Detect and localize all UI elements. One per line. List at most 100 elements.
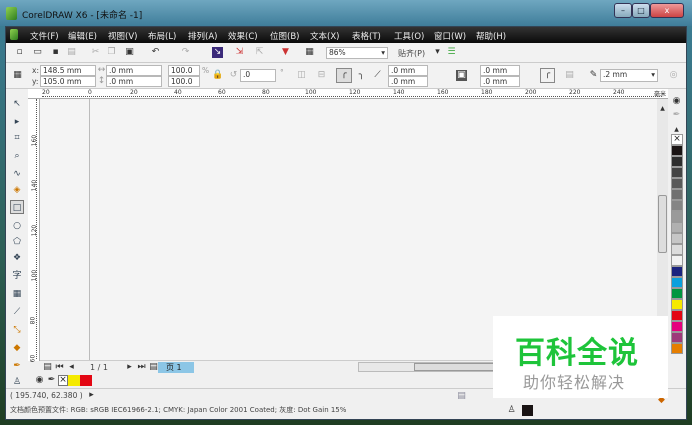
prev-page-icon[interactable]: ◂ <box>66 362 77 373</box>
color-swatch[interactable] <box>671 277 683 288</box>
color-swatch[interactable] <box>671 145 683 156</box>
table-tool-icon[interactable]: ▦ <box>10 287 24 301</box>
scalloped-corner-icon[interactable]: ╮ <box>356 70 367 81</box>
minimize-button[interactable]: – <box>614 3 632 18</box>
doc-palette-eyedropper-icon[interactable]: ✒ <box>46 375 57 386</box>
blend-tool-icon[interactable]: ◆ <box>10 341 24 355</box>
relative-corner-scaling-icon[interactable]: ╭ <box>540 68 555 83</box>
shape-tool-icon[interactable]: ▸ <box>10 115 24 129</box>
width-input[interactable]: .0 mm <box>106 65 162 76</box>
next-page-icon[interactable]: ▸ <box>124 362 135 373</box>
pick-tool-icon[interactable]: ↖ <box>10 97 24 111</box>
color-swatch[interactable] <box>671 321 683 332</box>
corner-radius-bottom-right[interactable]: .0 mm <box>480 76 520 87</box>
color-swatch[interactable] <box>671 222 683 233</box>
reference-point-icon[interactable]: ▦ <box>12 70 23 81</box>
corner-radius-top-left[interactable]: .0 mm <box>388 65 428 76</box>
lock-ratio-icon[interactable]: 🔒 <box>212 70 223 81</box>
doc-no-color-swatch[interactable]: ⨯ <box>58 375 68 386</box>
menu-edit[interactable]: 编辑(E) <box>68 30 97 42</box>
color-swatch[interactable] <box>671 299 683 310</box>
menu-view[interactable]: 视图(V) <box>108 30 137 42</box>
cut-icon[interactable]: ✂ <box>90 47 101 58</box>
coords-expand-icon[interactable]: ▸ <box>86 390 97 401</box>
color-swatch[interactable] <box>671 211 683 222</box>
vertical-ruler[interactable]: 160 140 120 100 80 60 <box>28 99 40 362</box>
color-profile-info[interactable]: 文档颜色预置文件: RGB: sRGB IEC61966-2.1; CMYK: … <box>10 405 346 415</box>
export-icon[interactable]: ⇱ <box>254 47 265 58</box>
horizontal-ruler[interactable]: 20 0 20 40 60 80 100 120 140 160 180 200… <box>28 89 668 99</box>
rotation-input[interactable]: .0 <box>240 69 276 82</box>
outline-tool-icon[interactable]: ♙ <box>10 375 24 389</box>
palette-menu-icon[interactable]: ◉ <box>671 96 682 107</box>
color-swatch[interactable] <box>671 332 683 343</box>
menu-tools[interactable]: 工具(O) <box>394 30 424 42</box>
paste-icon[interactable]: ▣ <box>124 47 135 58</box>
doc-swatch-yellow[interactable] <box>68 375 80 386</box>
lock-corners-icon[interactable]: ▣ <box>456 70 467 81</box>
copy-icon[interactable]: ❐ <box>106 47 117 58</box>
corner-radius-bottom-left[interactable]: .0 mm <box>388 76 428 87</box>
scrollbar-thumb[interactable] <box>658 195 667 253</box>
new-icon[interactable]: ▫ <box>14 47 25 58</box>
smart-fill-tool-icon[interactable]: ◈ <box>10 183 24 197</box>
rectangle-tool-icon[interactable]: □ <box>10 200 24 214</box>
zoom-level-select[interactable]: 86% ▾ <box>326 47 388 59</box>
zoom-tool-icon[interactable]: ⌕ <box>10 149 24 163</box>
color-swatch[interactable] <box>671 189 683 200</box>
menu-table[interactable]: 表格(T) <box>352 30 381 42</box>
mirror-horizontal-icon[interactable]: ◫ <box>296 70 307 81</box>
scale-x-input[interactable]: 100.0 <box>168 65 200 76</box>
color-swatch[interactable] <box>671 200 683 211</box>
outline-color-swatch[interactable] <box>522 405 533 416</box>
redo-icon[interactable]: ↷ <box>180 47 191 58</box>
h-scrollbar-thumb[interactable] <box>414 363 494 371</box>
crop-tool-icon[interactable]: ⌗ <box>10 131 24 145</box>
color-swatch[interactable] <box>671 288 683 299</box>
color-swatch[interactable] <box>671 255 683 266</box>
first-page-icon[interactable]: ⏮ <box>54 362 65 373</box>
import-icon[interactable]: ⇲ <box>234 47 245 58</box>
open-icon[interactable]: ▭ <box>32 47 43 58</box>
wrap-text-icon[interactable]: ▤ <box>564 70 575 81</box>
menu-file[interactable]: 文件(F) <box>30 30 59 42</box>
palette-eyedropper-icon[interactable]: ✒ <box>671 110 682 121</box>
round-corner-icon[interactable]: ╭ <box>336 68 352 83</box>
height-input[interactable]: .0 mm <box>106 76 162 87</box>
color-swatch[interactable] <box>671 310 683 321</box>
text-tool-icon[interactable]: 字 <box>10 269 24 283</box>
connector-tool-icon[interactable]: ⤡ <box>10 323 24 337</box>
mirror-vertical-icon[interactable]: ⊟ <box>316 70 327 81</box>
snap-to-dropdown[interactable]: 贴齐(P) <box>398 48 425 59</box>
doc-swatch-red[interactable] <box>80 375 92 386</box>
ellipse-tool-icon[interactable]: ○ <box>10 219 24 233</box>
color-swatch[interactable] <box>671 167 683 178</box>
polygon-tool-icon[interactable]: ⬠ <box>10 235 24 249</box>
menu-layout[interactable]: 布局(L) <box>148 30 176 42</box>
color-swatch[interactable] <box>671 266 683 277</box>
page-tab-1[interactable]: 页 1 <box>158 362 194 373</box>
snap-dropdown-arrow-icon[interactable]: ▾ <box>432 47 443 58</box>
freehand-tool-icon[interactable]: ∿ <box>10 167 24 181</box>
app-launcher-icon[interactable]: ▼ <box>280 47 291 58</box>
scroll-up-icon[interactable]: ▲ <box>657 103 668 114</box>
color-swatch[interactable] <box>671 233 683 244</box>
eyedropper-tool-icon[interactable]: ✒ <box>10 359 24 373</box>
horizontal-scrollbar[interactable] <box>358 362 498 372</box>
corner-radius-top-right[interactable]: .0 mm <box>480 65 520 76</box>
options-icon[interactable]: ☰ <box>446 47 457 58</box>
color-swatch[interactable] <box>671 244 683 255</box>
basic-shapes-tool-icon[interactable]: ❖ <box>10 251 24 265</box>
maximize-button[interactable]: □ <box>632 3 650 18</box>
color-swatch[interactable] <box>671 178 683 189</box>
x-position-input[interactable]: 148.5 mm <box>40 65 96 76</box>
menu-help[interactable]: 帮助(H) <box>476 30 506 42</box>
color-swatch[interactable] <box>671 156 683 167</box>
print-icon[interactable]: ▤ <box>66 47 77 58</box>
convert-to-curves-icon[interactable]: ◎ <box>668 70 679 81</box>
menu-effects[interactable]: 效果(C) <box>228 30 258 42</box>
color-swatch[interactable] <box>671 343 683 354</box>
no-color-swatch[interactable]: ⨯ <box>671 134 683 145</box>
menu-text[interactable]: 文本(X) <box>310 30 339 42</box>
search-content-icon[interactable]: ↘ <box>212 47 223 58</box>
